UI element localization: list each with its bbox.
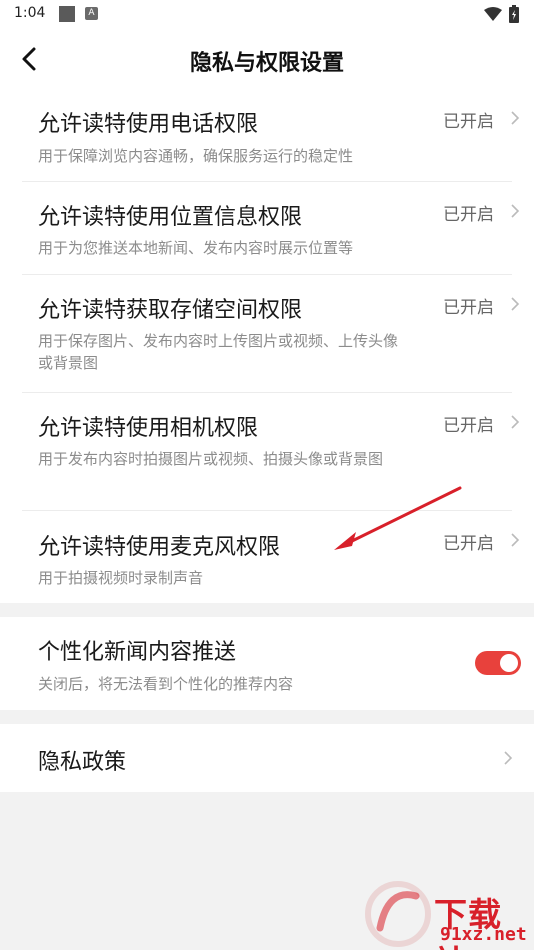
permission-title: 允许读特使用位置信息权限: [38, 205, 303, 230]
permission-desc: 用于保存图片、发布内容时上传图片或视频、上传头像或背景图: [38, 332, 399, 372]
chevron-right-icon: [511, 204, 520, 218]
top-app-bar: 隐私与权限设置: [0, 30, 534, 88]
permission-status: 已开启: [443, 112, 494, 132]
toggle-knob: [500, 654, 518, 672]
permission-status: 已开启: [443, 205, 494, 225]
personalization-desc: 关闭后，将无法看到个性化的推荐内容: [38, 675, 294, 693]
permission-desc: 用于保障浏览内容通畅，确保服务运行的稳定性: [38, 147, 354, 165]
personalization-section: 个性化新闻内容推送 关闭后，将无法看到个性化的推荐内容: [0, 617, 534, 710]
permission-row-location[interactable]: 允许读特使用位置信息权限 用于为您推送本地新闻、发布内容时展示位置等 已开启: [0, 182, 534, 275]
permission-row-phone[interactable]: 允许读特使用电话权限 用于保障浏览内容通畅，确保服务运行的稳定性 已开启: [0, 88, 534, 182]
battery-icon: [509, 5, 519, 23]
permission-desc: 用于拍摄视频时录制声音: [38, 569, 204, 587]
privacy-policy-title: 隐私政策: [38, 750, 127, 775]
permission-title: 允许读特使用电话权限: [38, 112, 259, 137]
chevron-right-icon: [504, 751, 513, 765]
permission-desc: 用于为您推送本地新闻、发布内容时展示位置等: [38, 239, 354, 257]
watermark-url: 91xz.net: [440, 924, 527, 945]
permission-row-camera[interactable]: 允许读特使用相机权限 用于发布内容时拍摄图片或视频、拍摄头像或背景图 已开启: [0, 393, 534, 510]
permissions-section: 允许读特使用电话权限 用于保障浏览内容通畅，确保服务运行的稳定性 已开启 允许读…: [0, 88, 534, 603]
wifi-icon: [484, 7, 502, 21]
privacy-policy-section[interactable]: 隐私政策: [0, 724, 534, 792]
page-title: 隐私与权限设置: [189, 51, 344, 76]
notification-badge-icon: A: [85, 7, 98, 20]
chevron-right-icon: [511, 297, 520, 311]
personalization-toggle[interactable]: [475, 651, 521, 675]
permission-row-microphone[interactable]: 允许读特使用麦克风权限 用于拍摄视频时录制声音 已开启: [0, 511, 534, 603]
notification-icon: [59, 6, 75, 22]
chevron-right-icon: [511, 533, 520, 547]
permission-title: 允许读特获取存储空间权限: [38, 298, 303, 323]
permission-status: 已开启: [443, 416, 494, 436]
status-time: 1:04: [14, 5, 46, 21]
status-bar: 1:04 A: [0, 0, 534, 30]
permission-status: 已开启: [443, 534, 494, 554]
personalization-title: 个性化新闻内容推送: [38, 640, 237, 665]
permission-desc: 用于发布内容时拍摄图片或视频、拍摄头像或背景图: [38, 450, 384, 468]
chevron-right-icon: [511, 111, 520, 125]
permission-status: 已开启: [443, 298, 494, 318]
permission-row-storage[interactable]: 允许读特获取存储空间权限 用于保存图片、发布内容时上传图片或视频、上传头像或背景…: [0, 275, 534, 392]
chevron-right-icon: [511, 415, 520, 429]
permission-title: 允许读特使用麦克风权限: [38, 535, 281, 560]
permission-title: 允许读特使用相机权限: [38, 416, 259, 441]
